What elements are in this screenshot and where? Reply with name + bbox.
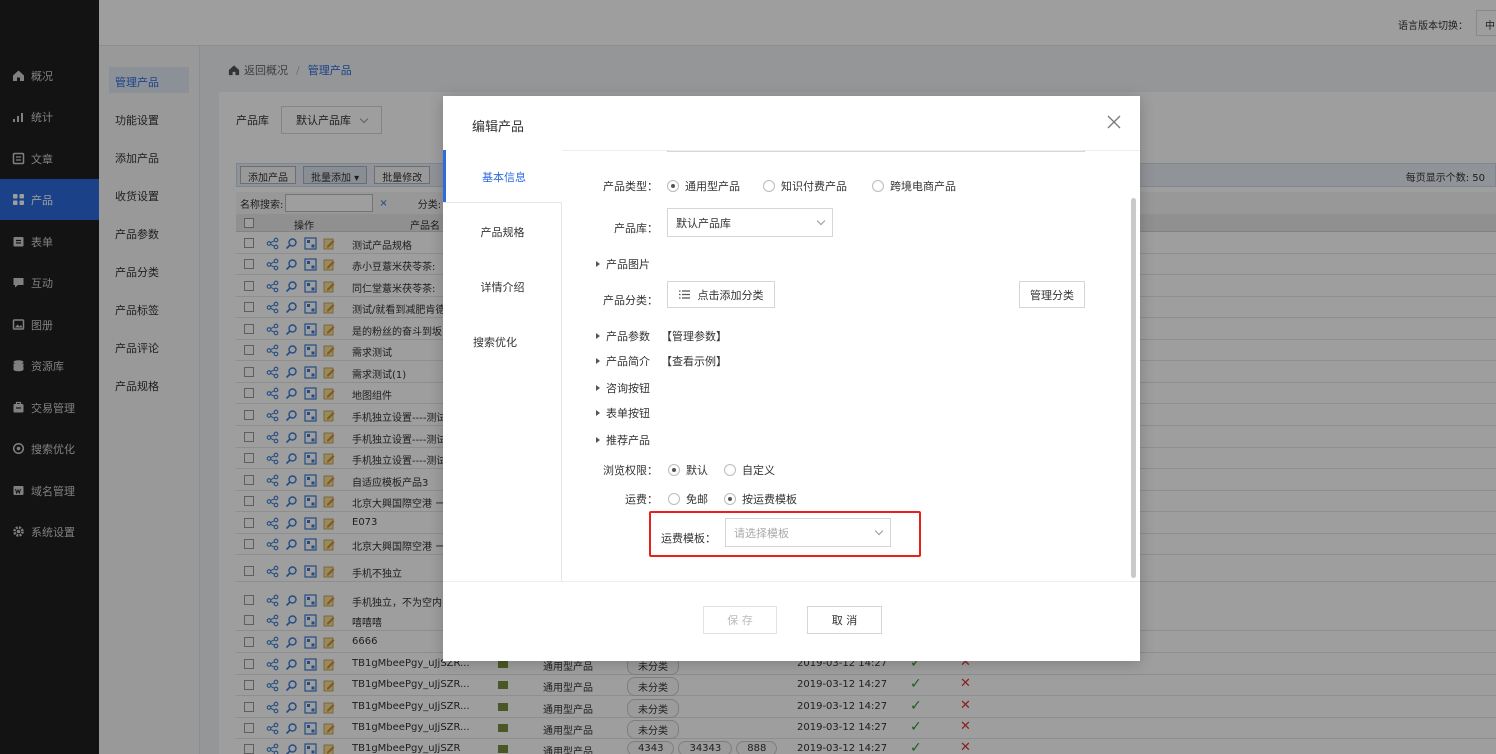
expand-label: 咨询按钮	[606, 382, 650, 395]
product-type-crossborder-radio[interactable]: 跨境电商产品	[872, 178, 956, 194]
modal-footer-divider	[443, 581, 1140, 582]
chevron-down-icon	[816, 216, 826, 226]
add-category-label: 点击添加分类	[697, 288, 764, 302]
add-category-button[interactable]: 点击添加分类	[667, 281, 775, 308]
manage-category-button[interactable]: 管理分类	[1019, 281, 1085, 308]
save-button[interactable]: 保 存	[703, 606, 777, 634]
caret-right-icon	[596, 410, 600, 416]
product-type-label: 产品类型：	[603, 180, 658, 193]
caret-right-icon	[596, 333, 600, 339]
caret-right-icon	[596, 437, 600, 443]
consult-button-toggle[interactable]: 咨询按钮	[596, 380, 650, 396]
close-icon[interactable]	[1106, 114, 1122, 130]
radio-dot	[668, 464, 680, 476]
radio-dot	[763, 180, 775, 192]
product-intro-toggle[interactable]: 产品简介	[596, 353, 650, 369]
manage-params-link[interactable]: 【管理参数】	[661, 328, 727, 344]
tab-detail-intro[interactable]: 详情介绍	[443, 260, 562, 313]
browse-custom-radio[interactable]: 自定义	[724, 462, 775, 478]
product-params-toggle[interactable]: 产品参数	[596, 328, 650, 344]
radio-dot	[667, 180, 679, 192]
radio-label: 自定义	[742, 464, 775, 477]
product-library-select[interactable]: 默认产品库	[667, 208, 833, 237]
product-type-knowledge-radio[interactable]: 知识付费产品	[763, 178, 847, 194]
product-library-label: 产品库：	[614, 222, 658, 235]
radio-label: 知识付费产品	[781, 180, 847, 193]
expand-label: 产品参数	[606, 330, 650, 343]
product-type-general-radio[interactable]: 通用型产品	[667, 178, 740, 194]
browse-default-radio[interactable]: 默认	[668, 462, 708, 478]
radio-dot	[668, 493, 680, 505]
tab-seo[interactable]: 搜索优化	[443, 315, 562, 368]
product-image-toggle[interactable]: 产品图片	[596, 256, 650, 272]
radio-dot	[724, 493, 736, 505]
caret-right-icon	[596, 385, 600, 391]
radio-label: 免邮	[686, 493, 708, 506]
list-icon	[678, 290, 690, 299]
radio-label: 默认	[686, 464, 708, 477]
browse-permission-label: 浏览权限：	[603, 464, 658, 477]
expand-label: 表单按钮	[606, 407, 650, 420]
cancel-button[interactable]: 取 消	[807, 606, 882, 634]
modal-scrollbar[interactable]	[1131, 198, 1136, 578]
tab-basic-info[interactable]: 基本信息	[443, 150, 562, 203]
product-category-label: 产品分类：	[603, 294, 658, 307]
modal-tabs: 基本信息 产品规格 详情介绍 搜索优化	[443, 150, 562, 581]
modal-title: 编辑产品	[472, 120, 525, 135]
expand-label: 推荐产品	[606, 434, 650, 447]
expand-label: 产品图片	[606, 258, 650, 271]
caret-right-icon	[596, 261, 600, 267]
caret-right-icon	[596, 358, 600, 364]
shipping-free-radio[interactable]: 免邮	[668, 491, 708, 507]
radio-label: 跨境电商产品	[890, 180, 956, 193]
highlight-box	[649, 511, 921, 557]
product-name-input[interactable]	[667, 150, 1085, 152]
radio-dot	[872, 180, 884, 192]
edit-product-modal: 编辑产品 基本信息 产品规格 详情介绍 搜索优化 产品类型： 通用型产品 知识付…	[443, 96, 1140, 661]
product-library-value: 默认产品库	[676, 216, 731, 230]
shipping-label: 运费：	[625, 493, 658, 506]
recommend-product-toggle[interactable]: 推荐产品	[596, 432, 650, 448]
radio-label: 按运费模板	[742, 493, 797, 506]
radio-label: 通用型产品	[685, 180, 740, 193]
view-example-link[interactable]: 【查看示例】	[661, 353, 727, 369]
form-button-toggle[interactable]: 表单按钮	[596, 405, 650, 421]
shipping-template-radio[interactable]: 按运费模板	[724, 491, 797, 507]
tab-product-specs[interactable]: 产品规格	[443, 205, 562, 258]
radio-dot	[724, 464, 736, 476]
tab-divider	[443, 202, 562, 203]
expand-label: 产品简介	[606, 355, 650, 368]
